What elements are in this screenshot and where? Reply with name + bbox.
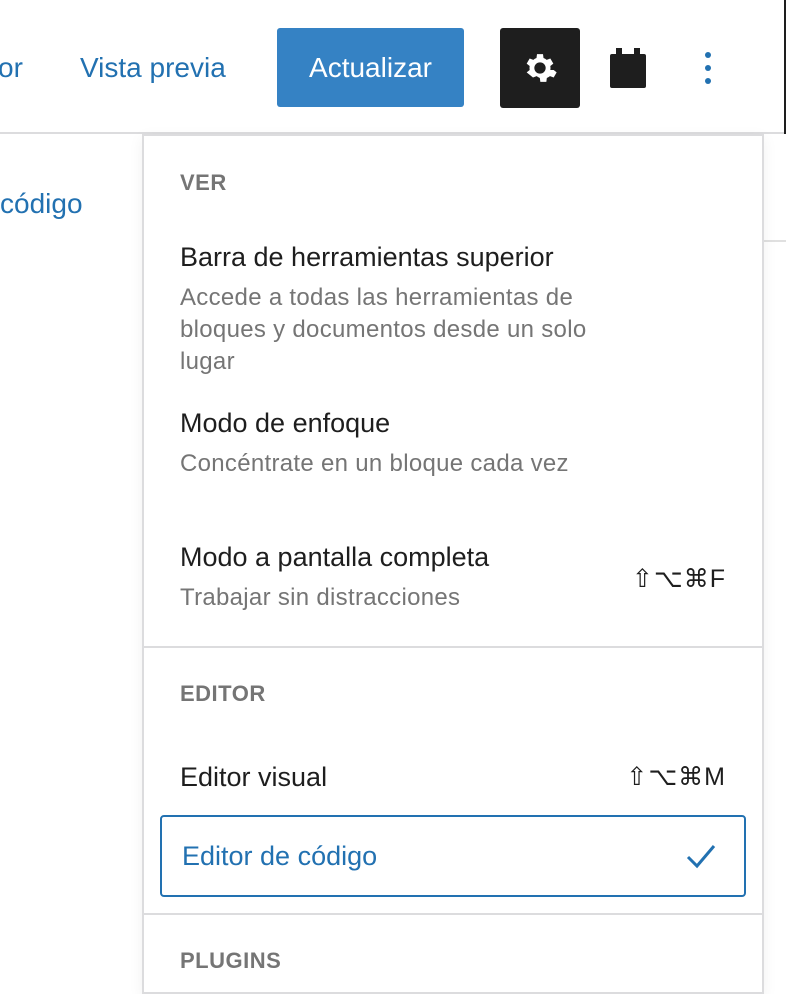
section-title-editor: EDITOR <box>180 681 266 706</box>
menu-item-description: Concéntrate en un bloque cada vez <box>180 450 569 477</box>
gear-icon <box>526 54 557 82</box>
checkmark-icon <box>686 845 716 869</box>
keyboard-shortcut: ⇧⌥⌘M <box>626 763 726 791</box>
menu-item-label: Barra de herramientas superior <box>180 242 554 272</box>
menu-item-spotlight-mode[interactable]: Modo de enfoque Concéntrate en un bloque… <box>180 406 726 480</box>
options-dropdown-menu: VER Barra de herramientas superior Acced… <box>142 134 764 994</box>
menu-item-description: Accede a todas las herramientas de bloqu… <box>180 284 587 375</box>
menu-divider <box>144 646 762 648</box>
menu-divider <box>144 913 762 915</box>
preview-button[interactable]: Vista previa <box>80 48 226 88</box>
menu-item-label: Editor de código <box>182 841 378 871</box>
section-title-plugins: PLUGINS <box>180 948 282 973</box>
menu-item-top-toolbar[interactable]: Barra de herramientas superior Accede a … <box>180 240 726 378</box>
sidebar-divider <box>762 240 786 242</box>
plugin-button[interactable] <box>604 40 652 96</box>
right-sidebar-edge <box>761 134 786 988</box>
menu-item-description: Trabajar sin distracciones <box>180 584 461 611</box>
plugin-icon <box>610 48 646 88</box>
menu-item-label: Modo de enfoque <box>180 408 391 438</box>
menu-item-code-editor[interactable]: Editor de código <box>160 815 746 897</box>
more-vertical-icon <box>705 52 711 84</box>
settings-button[interactable] <box>500 28 580 108</box>
menu-item-fullscreen-mode[interactable]: Modo a pantalla completa Trabajar sin di… <box>180 540 726 614</box>
menu-item-visual-editor[interactable]: Editor visual ⇧⌥⌘M <box>180 760 726 794</box>
keyboard-shortcut: ⇧⌥⌘F <box>631 565 726 593</box>
options-button[interactable] <box>688 40 728 96</box>
background-code-editor-text: código <box>0 188 83 219</box>
editor-header: or Vista previa Actualizar <box>0 0 786 134</box>
section-title-ver: VER <box>180 170 227 195</box>
header-partial-link[interactable]: or <box>0 48 23 88</box>
update-button[interactable]: Actualizar <box>277 28 464 107</box>
